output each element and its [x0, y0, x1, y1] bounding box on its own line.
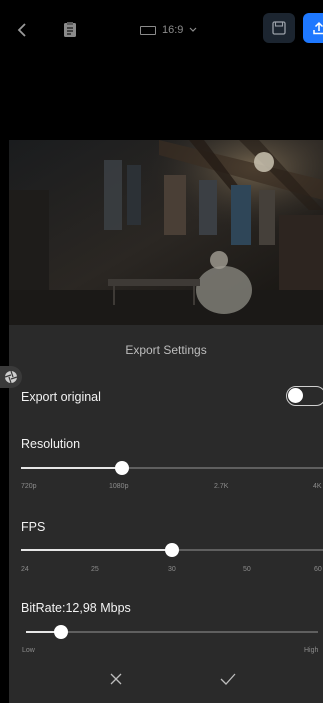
- tick-label: 60: [314, 566, 322, 573]
- export-original-label: Export original: [21, 390, 101, 404]
- slider-thumb[interactable]: [115, 461, 129, 475]
- clip-info-button[interactable]: [58, 16, 82, 44]
- aspect-ratio-selector[interactable]: 16:9: [140, 18, 197, 42]
- resolution-label: Resolution: [21, 437, 81, 451]
- toggle-knob: [288, 388, 303, 403]
- aspect-ratio-icon: [140, 25, 156, 35]
- bitrate-range-labels: Low High: [22, 647, 323, 657]
- chevron-left-icon: [17, 23, 26, 37]
- slider-fill: [21, 549, 172, 551]
- fps-ticks: 24 25 30 50 60: [21, 566, 323, 576]
- checkmark-icon: [220, 673, 236, 685]
- resolution-ticks: 720p 1080p 2.7K 4K: [21, 483, 323, 493]
- tick-label: 24: [21, 566, 29, 573]
- slider-fill: [21, 467, 122, 469]
- save-draft-button[interactable]: [263, 13, 295, 43]
- back-button[interactable]: [10, 16, 34, 44]
- chevron-down-icon: [189, 27, 197, 32]
- close-icon: [110, 673, 122, 685]
- slider-track: [26, 631, 318, 633]
- tick-label: 50: [243, 566, 251, 573]
- fps-slider[interactable]: [21, 543, 323, 557]
- upload-icon: [313, 21, 323, 35]
- save-icon: [272, 21, 286, 35]
- fps-label: FPS: [21, 520, 46, 534]
- top-bar: 16:9: [0, 0, 323, 60]
- bitrate-slider[interactable]: [26, 625, 318, 639]
- aspect-ratio-label: 16:9: [162, 24, 184, 36]
- resolution-slider[interactable]: [21, 461, 323, 475]
- bitrate-low-label: Low: [22, 647, 35, 654]
- export-button[interactable]: [303, 13, 323, 43]
- slider-thumb[interactable]: [54, 625, 68, 639]
- tick-label: 30: [168, 566, 176, 573]
- aperture-icon: [4, 370, 18, 384]
- tick-label: 1080p: [109, 483, 129, 490]
- tick-label: 720p: [21, 483, 37, 490]
- confirm-button[interactable]: [213, 664, 243, 694]
- tick-label: 25: [91, 566, 99, 573]
- export-original-toggle[interactable]: [286, 386, 323, 406]
- slider-thumb[interactable]: [165, 543, 179, 557]
- tick-label: 2.7K: [214, 483, 229, 490]
- tick-label: 4K: [313, 483, 322, 490]
- bitrate-label: BitRate:12,98 Mbps: [21, 601, 131, 615]
- preview-frame-image: [9, 140, 323, 325]
- panel-title: Export Settings: [125, 343, 207, 357]
- side-handle[interactable]: [0, 366, 22, 388]
- cancel-button[interactable]: [101, 664, 131, 694]
- document-icon: [64, 22, 76, 37]
- bitrate-high-label: High: [304, 647, 319, 654]
- video-preview: [9, 140, 323, 325]
